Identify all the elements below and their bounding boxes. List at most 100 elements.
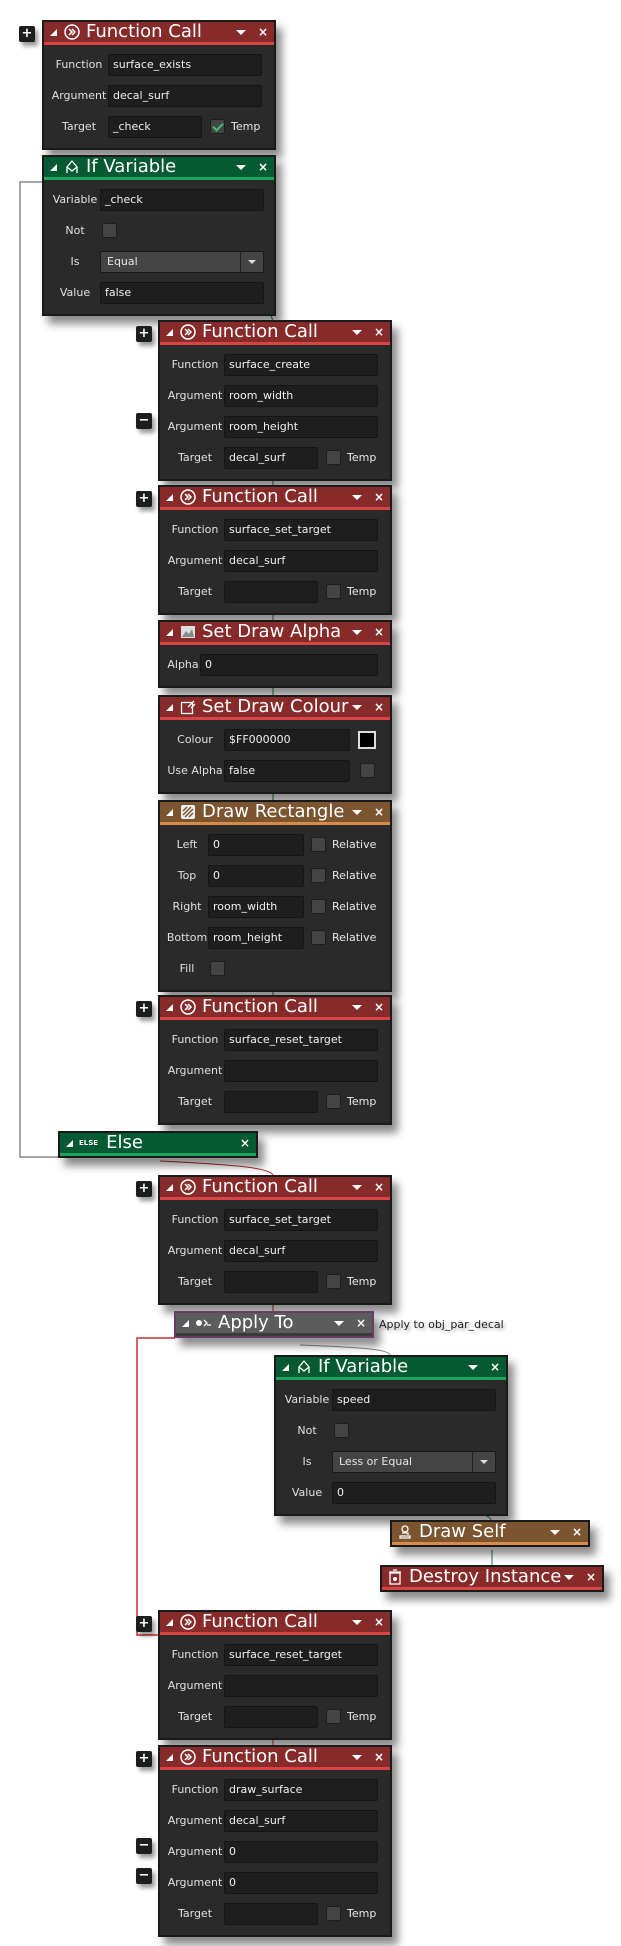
options-dropdown-icon[interactable] [351, 494, 362, 500]
function-call-block[interactable]: Function Call × Function surface_reset_ta… [158, 995, 392, 1125]
options-dropdown-icon[interactable] [351, 1619, 362, 1625]
function-field[interactable]: surface_exists [108, 53, 262, 76]
add-argument-button[interactable]: + [136, 1181, 152, 1197]
temp-checkbox[interactable] [326, 1274, 341, 1289]
draw-rectangle-block[interactable]: Draw Rectangle × Left 0 Relative Top 0 Relat… [158, 800, 392, 992]
options-dropdown-icon[interactable] [351, 809, 362, 815]
set-draw-colour-block[interactable]: Set Draw Colour × Colour $FF000000 Use Al… [158, 695, 392, 794]
remove-argument-button[interactable]: − [136, 1868, 152, 1884]
argument-field[interactable]: decal_surf [224, 549, 378, 572]
right-field[interactable]: room_width [208, 895, 304, 918]
collapse-toggle[interactable] [182, 1319, 189, 1327]
value-field[interactable]: false [100, 281, 264, 304]
add-argument-button[interactable]: + [136, 1616, 152, 1632]
if-variable-block[interactable]: If Variable × Variable speed Not Is Less o… [274, 1355, 508, 1516]
options-dropdown-icon[interactable] [351, 704, 362, 710]
target-field[interactable] [224, 1902, 318, 1925]
options-dropdown-icon[interactable] [351, 1754, 362, 1760]
argument-field[interactable]: decal_surf [224, 1239, 378, 1262]
collapse-toggle[interactable] [166, 1003, 173, 1011]
else-block[interactable]: ELSE Else × [58, 1131, 258, 1158]
function-call-block[interactable]: Function Call × Function surface_create A… [158, 320, 392, 481]
function-field[interactable]: surface_reset_target [224, 1028, 378, 1051]
remove-argument-button[interactable]: − [136, 1838, 152, 1854]
close-icon[interactable]: × [374, 805, 384, 819]
options-dropdown-icon[interactable] [549, 1529, 560, 1535]
comparison-select[interactable]: Equal [100, 250, 264, 273]
function-field[interactable]: surface_set_target [224, 518, 378, 541]
close-icon[interactable]: × [572, 1525, 582, 1539]
target-field[interactable] [224, 1270, 318, 1293]
fill-checkbox[interactable] [210, 961, 225, 976]
target-field[interactable]: _check [108, 115, 202, 138]
colour-swatch[interactable] [358, 730, 376, 749]
alpha-field[interactable]: 0 [200, 653, 378, 676]
apply-to-block[interactable]: Apply To × [174, 1311, 374, 1338]
collapse-toggle[interactable] [166, 493, 173, 501]
argument-field[interactable]: decal_surf [108, 84, 262, 107]
function-call-block[interactable]: Function Call × Function surface_reset_ta… [158, 1610, 392, 1740]
temp-checkbox[interactable] [326, 1094, 341, 1109]
target-field[interactable] [224, 1705, 318, 1728]
close-icon[interactable]: × [374, 1000, 384, 1014]
collapse-toggle[interactable] [282, 1363, 289, 1371]
options-dropdown-icon[interactable] [351, 1184, 362, 1190]
add-argument-button[interactable]: + [136, 1001, 152, 1017]
options-dropdown-icon[interactable] [351, 629, 362, 635]
collapse-toggle[interactable] [166, 808, 173, 816]
target-field[interactable] [224, 580, 318, 603]
use-alpha-checkbox[interactable] [360, 763, 375, 778]
options-dropdown-icon[interactable] [351, 1004, 362, 1010]
bottom-field[interactable]: room_height [208, 926, 304, 949]
collapse-toggle[interactable] [166, 1618, 173, 1626]
close-icon[interactable]: × [258, 160, 268, 174]
comparison-select[interactable]: Less or Equal [332, 1450, 496, 1473]
left-field[interactable]: 0 [208, 833, 304, 856]
function-field[interactable]: surface_reset_target [224, 1643, 378, 1666]
argument-field[interactable]: 0 [224, 1840, 378, 1863]
right-relative-checkbox[interactable] [311, 899, 326, 914]
close-icon[interactable]: × [258, 25, 268, 39]
chevron-down-icon[interactable] [240, 251, 263, 272]
close-icon[interactable]: × [240, 1136, 250, 1150]
draw-self-block[interactable]: Draw Self × [390, 1520, 590, 1547]
close-icon[interactable]: × [374, 1180, 384, 1194]
argument-field[interactable]: room_height [224, 415, 378, 438]
collapse-toggle[interactable] [166, 628, 173, 636]
remove-argument-button[interactable]: − [136, 413, 152, 429]
close-icon[interactable]: × [490, 1360, 500, 1374]
function-field[interactable]: surface_set_target [224, 1208, 378, 1231]
options-dropdown-icon[interactable] [333, 1320, 344, 1326]
argument-field[interactable]: decal_surf [224, 1809, 378, 1832]
argument-field[interactable] [224, 1674, 378, 1697]
temp-checkbox[interactable] [326, 1906, 341, 1921]
if-variable-block[interactable]: If Variable × Variable _check Not Is Equal… [42, 155, 276, 316]
argument-field[interactable]: 0 [224, 1871, 378, 1894]
top-field[interactable]: 0 [208, 864, 304, 887]
temp-checkbox[interactable] [210, 119, 225, 134]
target-field[interactable]: decal_surf [224, 446, 318, 469]
variable-field[interactable]: _check [100, 188, 264, 211]
add-argument-button[interactable]: + [19, 26, 35, 42]
function-call-block[interactable]: Function Call × Function surface_set_targ… [158, 1175, 392, 1305]
options-dropdown-icon[interactable] [563, 1574, 574, 1580]
options-dropdown-icon[interactable] [235, 29, 246, 35]
variable-field[interactable]: speed [332, 1388, 496, 1411]
bottom-relative-checkbox[interactable] [311, 930, 326, 945]
collapse-toggle[interactable] [50, 163, 57, 171]
not-checkbox[interactable] [102, 223, 117, 238]
target-field[interactable] [224, 1090, 318, 1113]
close-icon[interactable]: × [356, 1316, 366, 1330]
collapse-toggle[interactable] [166, 703, 173, 711]
close-icon[interactable]: × [374, 490, 384, 504]
argument-field[interactable] [224, 1059, 378, 1082]
collapse-toggle[interactable] [166, 328, 173, 336]
not-checkbox[interactable] [334, 1423, 349, 1438]
add-argument-button[interactable]: + [136, 1751, 152, 1767]
collapse-toggle[interactable] [50, 28, 57, 36]
left-relative-checkbox[interactable] [311, 837, 326, 852]
close-icon[interactable]: × [374, 1615, 384, 1629]
colour-field[interactable]: $FF000000 [224, 728, 350, 751]
add-argument-button[interactable]: + [136, 326, 152, 342]
collapse-toggle[interactable] [166, 1183, 173, 1191]
